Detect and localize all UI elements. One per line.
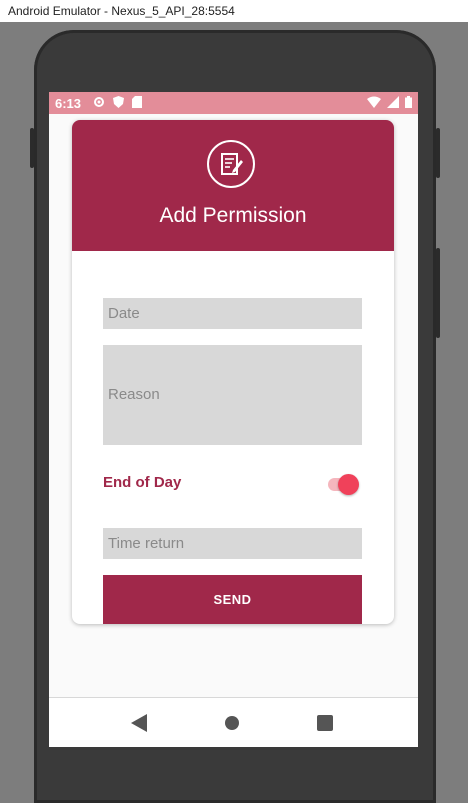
back-icon[interactable]	[131, 714, 147, 737]
edit-note-icon	[207, 140, 255, 188]
date-placeholder: Date	[108, 305, 140, 322]
time-return-placeholder: Time return	[108, 535, 185, 552]
sd-card-icon	[132, 95, 143, 111]
end-of-day-toggle-knob[interactable]	[338, 474, 359, 495]
status-bar: 6:13	[49, 92, 418, 114]
date-field[interactable]: Date	[103, 298, 362, 329]
add-permission-card: Add Permission Date Reason End of Day Ti…	[72, 120, 394, 624]
device-side-button-left	[30, 128, 34, 168]
signal-icon	[387, 95, 399, 111]
send-button-label: SEND	[213, 592, 252, 607]
send-button[interactable]: SEND	[103, 575, 362, 624]
device-power-button[interactable]	[436, 128, 440, 178]
shield-icon	[113, 95, 125, 111]
home-icon[interactable]	[224, 715, 240, 736]
navigation-bar	[49, 697, 418, 747]
battery-icon	[405, 95, 412, 111]
emulator-title-bar: Android Emulator - Nexus_5_API_28:5554	[0, 0, 468, 22]
window-title: Android Emulator - Nexus_5_API_28:5554	[8, 4, 235, 18]
wifi-icon	[367, 96, 381, 111]
recents-icon[interactable]	[317, 715, 333, 736]
device-volume-button[interactable]	[436, 248, 440, 338]
settings-icon	[93, 96, 105, 111]
end-of-day-label: End of Day	[103, 474, 182, 491]
reason-field[interactable]: Reason	[103, 345, 362, 445]
phone-screen: 6:13 Add Permission Date Reason End of D…	[49, 92, 418, 747]
reason-placeholder: Reason	[108, 386, 160, 403]
time-return-field[interactable]: Time return	[103, 528, 362, 559]
status-time: 6:13	[55, 95, 82, 111]
page-title: Add Permission	[159, 204, 307, 227]
card-header: Add Permission	[72, 120, 394, 251]
